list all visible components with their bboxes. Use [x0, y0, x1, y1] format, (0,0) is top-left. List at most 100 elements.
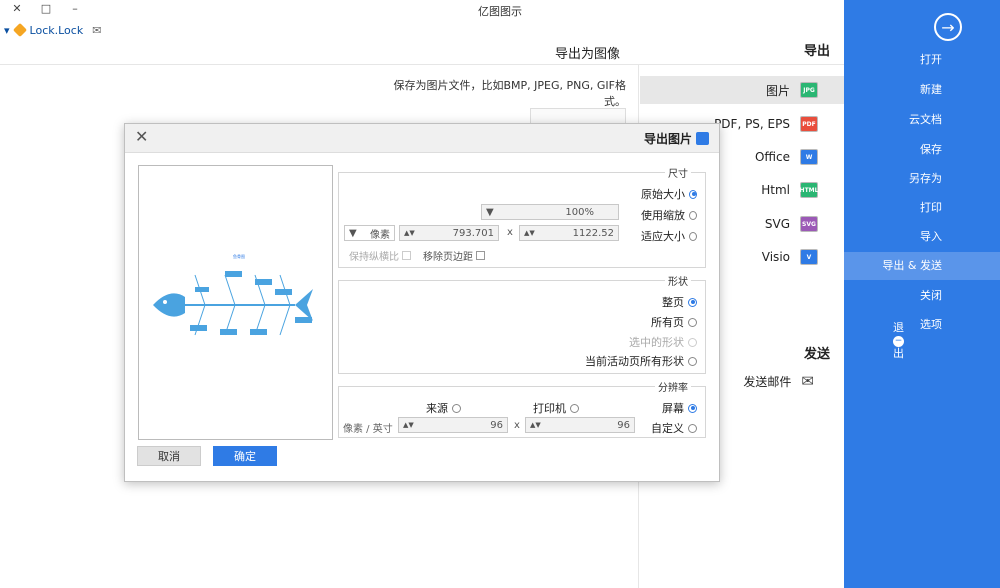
- username: Lock.Lock: [29, 23, 84, 37]
- format-image[interactable]: 图片 JPG: [640, 76, 844, 104]
- scale-value: 100%: [565, 206, 594, 218]
- width-input[interactable]: ▲▼ 1122.52: [519, 225, 619, 241]
- vip-gem-icon: [12, 22, 27, 38]
- close-icon[interactable]: ✕: [135, 127, 148, 146]
- radio-fit-size[interactable]: 适应大小: [641, 228, 697, 244]
- sidebar-item-close[interactable]: 关闭: [844, 283, 1000, 309]
- sidebar-item-save[interactable]: 保存: [844, 137, 1000, 163]
- shape-group-label: 形状: [665, 273, 691, 288]
- radio-label: 选中的形状: [629, 336, 684, 349]
- sidebar-item-import[interactable]: 导入: [844, 224, 1000, 250]
- radio-all-pages[interactable]: 所有页: [601, 314, 697, 330]
- radio-dot: [689, 231, 697, 241]
- sidebar-item-save-as[interactable]: 另存为: [844, 166, 1000, 192]
- radio-label: 来源: [426, 402, 448, 415]
- stepper-icon: ▲▼: [404, 229, 415, 237]
- radio-use-scale[interactable]: 使用缩放: [641, 207, 697, 223]
- sidebar-item-print[interactable]: 打印: [844, 195, 1000, 221]
- dpi-x-input[interactable]: ▲▼ 96: [525, 417, 635, 433]
- radio-selected-shapes[interactable]: 选中的形状: [581, 334, 697, 350]
- times-sign: x: [514, 420, 520, 431]
- maximize-button[interactable]: □: [37, 1, 55, 17]
- radio-dot: [688, 423, 697, 433]
- checkbox-label: 移除页边距: [423, 252, 473, 263]
- message-icon[interactable]: ✉: [92, 24, 101, 37]
- sidebar-item-cloud[interactable]: 云文档: [844, 107, 1000, 133]
- stepper-icon: ▲▼: [403, 421, 414, 429]
- sidebar-item-export-send[interactable]: 导出 & 发送: [844, 252, 1000, 280]
- radio-source[interactable]: 来源: [415, 400, 461, 416]
- height-input[interactable]: ▲▼ 793.701: [399, 225, 499, 241]
- cancel-button[interactable]: 取消: [137, 446, 201, 466]
- radio-dot: [688, 403, 697, 413]
- stepper-icon: ▲▼: [530, 421, 541, 429]
- preview-title: 鱼骨图: [233, 253, 245, 259]
- format-label: Office: [754, 150, 790, 164]
- fishbone-diagram-preview: 鱼骨图: [145, 249, 326, 361]
- dialog-title: 导出图片: [644, 130, 709, 147]
- back-arrow-icon[interactable]: →: [934, 13, 962, 41]
- radio-original-size[interactable]: 原始大小: [641, 186, 697, 202]
- chevron-down-icon: ▼: [486, 206, 494, 218]
- sidebar-item-open[interactable]: 打开: [844, 47, 1000, 73]
- radio-dot: [570, 403, 579, 413]
- close-window-button[interactable]: ✕: [8, 1, 26, 17]
- jpg-file-icon: JPG: [800, 82, 818, 98]
- minimize-button[interactable]: –: [66, 1, 84, 17]
- pdf-file-icon: PDF: [800, 116, 818, 132]
- radio-dot: [688, 337, 697, 347]
- word-file-icon: W: [800, 149, 818, 165]
- mail-icon: ✉: [801, 372, 814, 390]
- height-value: 793.701: [452, 227, 494, 239]
- user-account[interactable]: ▾ Lock.Lock ✉: [4, 22, 101, 38]
- visio-file-icon: V: [800, 249, 818, 265]
- radio-custom[interactable]: 自定义: [645, 420, 697, 436]
- unit-value: 像素: [370, 229, 390, 241]
- radio-screen[interactable]: 屏幕: [655, 400, 697, 416]
- format-label: Visio: [761, 250, 790, 264]
- checkbox-box: [402, 251, 411, 260]
- send-heading: 发送: [803, 347, 830, 362]
- radio-full-page[interactable]: 整页: [601, 294, 697, 310]
- radio-dot: [688, 317, 697, 327]
- radio-label: 屏幕: [662, 402, 684, 415]
- keep-ratio-checkbox[interactable]: 保持纵横比: [349, 248, 411, 263]
- format-label: 图片: [765, 83, 790, 98]
- scale-select[interactable]: ▼ 100%: [481, 204, 619, 220]
- export-heading: 导出: [803, 44, 830, 59]
- content-description: 保存为图片文件，比如BMP, JPEG, PNG, GIF格式。: [393, 79, 626, 108]
- radio-dot: [688, 356, 697, 366]
- sidebar-item-new[interactable]: 新建: [844, 77, 1000, 103]
- sidebar-item-exit[interactable]: − 退出: [844, 321, 1000, 367]
- image-preview: 鱼骨图: [138, 165, 333, 440]
- ok-button[interactable]: 确定: [213, 446, 277, 466]
- radio-dot: [689, 210, 697, 220]
- unit-select[interactable]: ▼ 像素: [344, 225, 395, 241]
- stepper-icon: ▲▼: [524, 229, 535, 237]
- dpi-unit-label: 像素 / 英寸: [343, 424, 393, 435]
- radio-label: 所有页: [651, 316, 684, 329]
- radio-dot: [452, 403, 461, 413]
- times-sign: x: [507, 227, 513, 238]
- checkbox-box: [476, 251, 485, 260]
- radio-label: 使用缩放: [641, 209, 685, 222]
- radio-label: 适应大小: [641, 230, 685, 243]
- radio-label: 打印机: [533, 402, 566, 415]
- format-label: Html: [761, 183, 790, 197]
- remove-margin-checkbox[interactable]: 移除页边距: [423, 248, 485, 263]
- radio-current-page-shapes[interactable]: 当前活动页所有形状: [561, 353, 697, 369]
- format-label: SVG: [764, 217, 790, 231]
- send-mail-label: 发送邮件: [743, 374, 792, 389]
- dpi-y-input[interactable]: ▲▼ 96: [398, 417, 508, 433]
- radio-dot: [688, 297, 697, 307]
- sidebar-item-options[interactable]: 选项: [844, 312, 1000, 338]
- app-logo-icon: [696, 132, 709, 145]
- radio-label: 整页: [662, 296, 684, 309]
- checkbox-label: 保持纵横比: [349, 252, 399, 263]
- radio-dot: [689, 189, 697, 199]
- exit-label: 退出: [893, 321, 904, 360]
- width-value: 1122.52: [572, 227, 614, 239]
- dropdown-arrow-icon: ▾: [4, 23, 10, 37]
- dialog-header: [125, 124, 719, 153]
- radio-printer[interactable]: 打印机: [525, 400, 579, 416]
